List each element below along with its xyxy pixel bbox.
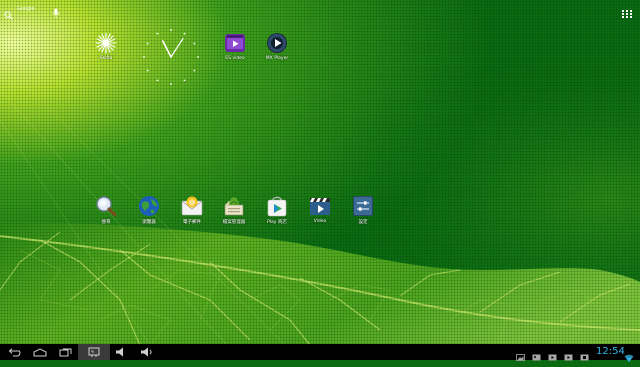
search-icon (4, 5, 13, 20)
app-video[interactable]: Video (300, 195, 340, 224)
svg-text:@: @ (189, 199, 196, 207)
es-video-icon (225, 34, 245, 52)
app-label: 檔案管理器 (222, 220, 246, 225)
image-notification-icon[interactable] (532, 347, 541, 361)
app-play-store[interactable]: Play 商店 (257, 195, 297, 225)
file-manager-icon (224, 197, 244, 216)
media-notification-icon[interactable] (548, 347, 557, 361)
skifta-icon (95, 32, 117, 54)
home-icon (33, 347, 47, 356)
app-search[interactable]: 搜尋 (86, 195, 126, 225)
clock-hour-hand (162, 40, 172, 58)
video-icon (310, 198, 330, 215)
screenshot-icon (88, 347, 100, 357)
back-button[interactable] (4, 344, 24, 360)
play-store-icon (267, 196, 287, 217)
app-label: 電子郵件 (183, 220, 201, 225)
mic-icon[interactable] (52, 3, 60, 18)
analog-clock-widget[interactable] (138, 24, 204, 90)
google-search-bar[interactable]: Google (4, 3, 35, 20)
settings-icon (353, 196, 373, 216)
app-skifta[interactable]: Skifta (86, 32, 126, 61)
app-label: 設定 (358, 220, 368, 225)
player-notification-icon[interactable] (580, 347, 589, 361)
search-app-icon (96, 196, 117, 217)
wifi-icon (624, 348, 634, 362)
volume-up-button[interactable] (138, 344, 156, 360)
app-label: ES video (225, 56, 245, 61)
volume-down-icon (116, 347, 123, 357)
volume-down-button[interactable] (112, 344, 130, 360)
app-label: Skifta (99, 56, 113, 61)
recent-apps-icon (59, 348, 72, 356)
search-label: Google (17, 6, 35, 12)
app-mx-player[interactable]: MX Player (257, 32, 297, 61)
app-label: 搜尋 (101, 220, 111, 225)
home-button[interactable] (30, 344, 50, 360)
all-apps-icon[interactable] (621, 4, 633, 18)
status-clock[interactable]: 12:54 (596, 346, 625, 357)
clock-face (143, 29, 199, 85)
back-icon (8, 347, 21, 356)
app-browser[interactable]: 瀏覽器 (129, 195, 169, 225)
screenshot-button[interactable] (78, 344, 110, 360)
volume-up-icon (141, 347, 152, 357)
navigation-bar: 12:54 (0, 344, 640, 362)
mx-player-icon (267, 33, 287, 53)
email-icon: @ (181, 196, 203, 216)
app-settings[interactable]: 設定 (343, 195, 383, 225)
clock-minute-hand (170, 37, 184, 58)
recent-apps-button[interactable] (56, 344, 76, 360)
app-label: 瀏覽器 (142, 220, 156, 225)
app-file-manager[interactable]: 檔案管理器 (214, 195, 254, 225)
gallery-notification-icon[interactable] (516, 347, 525, 361)
app-label: Video (313, 219, 327, 224)
app-label: Play 商店 (267, 220, 287, 225)
video-notification-icon[interactable] (564, 347, 573, 361)
app-email[interactable]: @ 電子郵件 (172, 195, 212, 225)
browser-icon (139, 196, 159, 216)
app-label: MX Player (265, 56, 289, 61)
app-es-video[interactable]: ES video (215, 32, 255, 61)
